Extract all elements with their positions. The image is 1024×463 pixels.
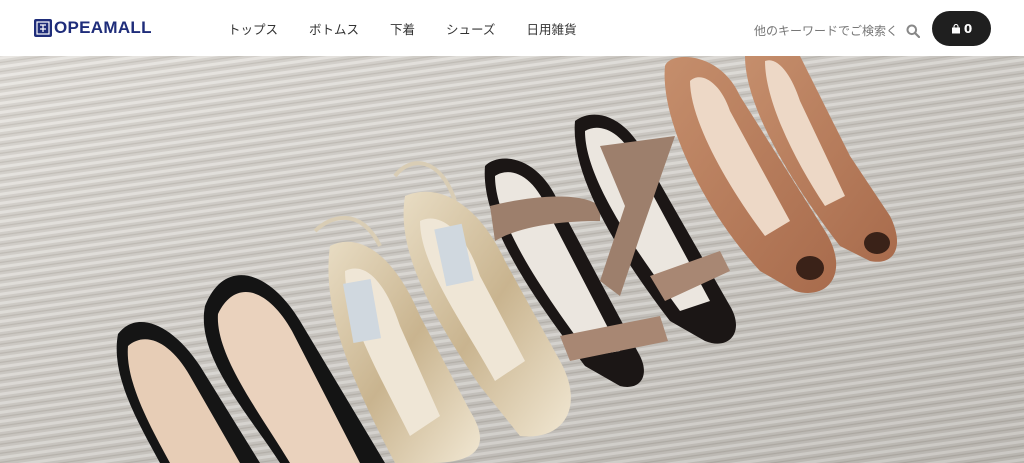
site-header: OPEAMALL トップス ボトムス 下着 シューズ 日用雑貨 他のキーワードで… (0, 0, 1024, 56)
hero-image (0, 56, 1024, 463)
cart-button[interactable]: 0 (932, 11, 991, 46)
nav-item-shoes[interactable]: シューズ (446, 19, 495, 38)
main-nav: トップス ボトムス 下着 シューズ 日用雑貨 (228, 19, 607, 38)
logo-text: OPEAMALL (54, 18, 152, 37)
search-input[interactable]: 他のキーワードでご検索く (754, 22, 898, 39)
logo-mark-icon (34, 19, 52, 37)
nav-item-daily-goods[interactable]: 日用雑貨 (526, 19, 576, 38)
nav-item-bottoms[interactable]: ボトムス (309, 19, 359, 38)
nav-item-tops[interactable]: トップス (228, 19, 278, 38)
shopping-bag-icon (951, 23, 960, 33)
cart-count: 0 (963, 21, 973, 36)
search-box[interactable]: 他のキーワードでご検索く (754, 22, 921, 39)
search-icon[interactable] (906, 24, 921, 38)
nav-item-underwear[interactable]: 下着 (390, 19, 415, 38)
brand-logo[interactable]: OPEAMALL (34, 17, 152, 39)
